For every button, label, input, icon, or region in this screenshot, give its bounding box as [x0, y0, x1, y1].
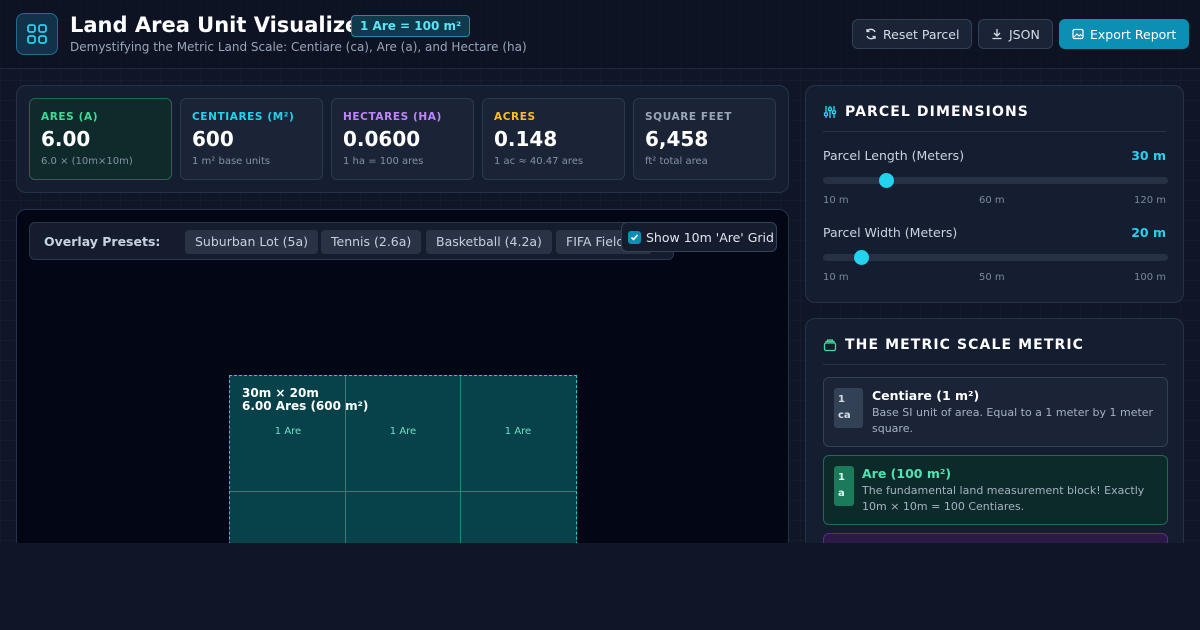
layers-icon — [823, 339, 837, 352]
overlay-presets-label: Overlay Presets: — [44, 234, 161, 249]
centiare-title: Centiare (1 m²) — [872, 388, 980, 403]
grid-checkbox[interactable] — [628, 230, 641, 244]
width-slider-thumb[interactable] — [854, 250, 870, 265]
stat-label: SQUARE FEET — [645, 111, 733, 123]
stat-note: 1 ha = 100 ares — [343, 156, 424, 167]
parcel-dimensions-panel: PARCEL DIMENSIONS Parcel Length (Meters)… — [805, 85, 1184, 303]
length-slider[interactable] — [823, 173, 1168, 188]
stat-label: CENTIARES (M²) — [192, 111, 295, 123]
app-header: Land Area Unit Visualizer 1 Are = 100 m²… — [0, 0, 1200, 69]
export-report-label: Export Report — [1090, 26, 1177, 42]
reset-parcel-button[interactable]: Reset Parcel — [852, 19, 973, 49]
stat-value: 6,458 — [645, 127, 709, 151]
stat-value: 6.00 — [41, 127, 91, 151]
length-tick-max: 120 m — [1133, 195, 1166, 206]
width-value: 20 m — [1131, 225, 1166, 240]
stat-value: 600 — [192, 127, 234, 151]
preset-basketball[interactable]: Basketball (4.2a) — [426, 230, 552, 254]
width-tick-min: 10 m — [823, 272, 849, 283]
scale-heading: THE METRIC SCALE METRIC — [823, 337, 1084, 353]
length-slider-thumb[interactable] — [878, 173, 894, 188]
parcel-visualizer[interactable]: Overlay Presets: Suburban Lot (5a) Tenni… — [16, 209, 789, 569]
are-cell-label: 1 Are — [504, 426, 532, 437]
preset-tennis[interactable]: Tennis (2.6a) — [321, 230, 422, 254]
json-label: JSON — [1009, 26, 1040, 42]
stat-card-hectares: HECTARES (HA) 0.0600 1 ha = 100 ares — [331, 98, 474, 180]
width-label: Parcel Width (Meters) — [823, 225, 958, 240]
dimensions-title: PARCEL DIMENSIONS — [845, 104, 1029, 120]
are-card: 1 a Are (100 m²) The fundamental land me… — [823, 455, 1168, 525]
length-value: 30 m — [1131, 148, 1166, 163]
scale-title: THE METRIC SCALE METRIC — [845, 337, 1085, 353]
stat-card-square-feet: SQUARE FEET 6,458 ft² total area — [633, 98, 776, 180]
stat-card-ares: ARES (A) 6.00 6.0 × (10m×10m) — [29, 98, 172, 180]
length-label: Parcel Length (Meters) — [823, 148, 965, 163]
stat-value: 0.148 — [494, 127, 558, 151]
export-report-button[interactable]: Export Report — [1059, 19, 1190, 49]
grid-toggle[interactable]: Show 10m 'Are' Grid — [621, 222, 777, 252]
stat-label: ARES (A) — [41, 111, 99, 123]
grid-toggle-label: Show 10m 'Are' Grid — [646, 229, 774, 245]
width-slider[interactable] — [823, 250, 1168, 265]
length-tick-min: 10 m — [823, 195, 849, 206]
are-desc: The fundamental land measurement block! … — [862, 484, 1145, 513]
centiare-card: 1 ca Centiare (1 m²) Base SI unit of are… — [823, 377, 1168, 447]
grid-icon — [16, 13, 58, 55]
image-icon — [1072, 28, 1084, 40]
stat-note: 1 m² base units — [192, 156, 271, 167]
parcel-area-label: 6.00 Ares (600 m²) — [242, 399, 369, 413]
unit-badge: 1 Are = 100 m² — [351, 15, 471, 37]
width-tick-mid: 50 m — [979, 272, 1005, 283]
stat-card-centiares: CENTIARES (M²) 600 1 m² base units — [180, 98, 323, 180]
centiare-chip: 1 ca — [834, 388, 863, 428]
reset-parcel-label: Reset Parcel — [883, 26, 960, 42]
json-export-button[interactable]: JSON — [978, 19, 1053, 49]
are-cell-label: 1 Are — [274, 426, 302, 437]
stat-note: 6.0 × (10m×10m) — [41, 156, 133, 167]
centiare-desc: Base SI unit of area. Equal to a 1 meter… — [872, 406, 1154, 435]
overlay-presets-bar: Overlay Presets: Suburban Lot (5a) Tenni… — [29, 222, 674, 260]
refresh-icon — [866, 28, 876, 40]
divider — [823, 131, 1166, 132]
preset-suburban-lot[interactable]: Suburban Lot (5a) — [185, 230, 318, 254]
width-tick-max: 100 m — [1133, 272, 1166, 283]
stat-card-acres: ACRES 0.148 1 ac ≈ 40.47 ares — [482, 98, 625, 180]
are-title: Are (100 m²) — [862, 466, 952, 481]
stat-label: ACRES — [494, 111, 536, 123]
stat-note: 1 ac ≈ 40.47 ares — [494, 156, 584, 167]
checkmark-icon — [630, 233, 639, 241]
dimensions-heading: PARCEL DIMENSIONS — [823, 104, 1029, 120]
are-chip: 1 a — [834, 466, 854, 506]
download-icon — [992, 29, 1002, 40]
metric-scale-panel: THE METRIC SCALE METRIC 1 ca Centiare (1… — [805, 318, 1184, 578]
page-title: Land Area Unit Visualizer — [70, 13, 370, 37]
page-subtitle: Demystifying the Metric Land Scale: Cent… — [70, 40, 527, 54]
grid-line — [460, 376, 461, 568]
stat-value: 0.0600 — [343, 127, 421, 151]
parcel-rectangle[interactable]: 30m × 20m 6.00 Ares (600 m²) 1 Are 1 Are… — [229, 375, 577, 568]
grid-line — [230, 491, 576, 492]
sliders-icon — [823, 106, 837, 118]
parcel-summary: 30m × 20m 6.00 Ares (600 m²) — [242, 387, 368, 413]
stat-note: ft² total area — [645, 156, 708, 167]
are-cell-label: 1 Are — [389, 426, 417, 437]
length-tick-mid: 60 m — [979, 195, 1005, 206]
divider — [823, 364, 1166, 365]
stat-label: HECTARES (HA) — [343, 111, 442, 123]
page-background — [0, 543, 1200, 630]
